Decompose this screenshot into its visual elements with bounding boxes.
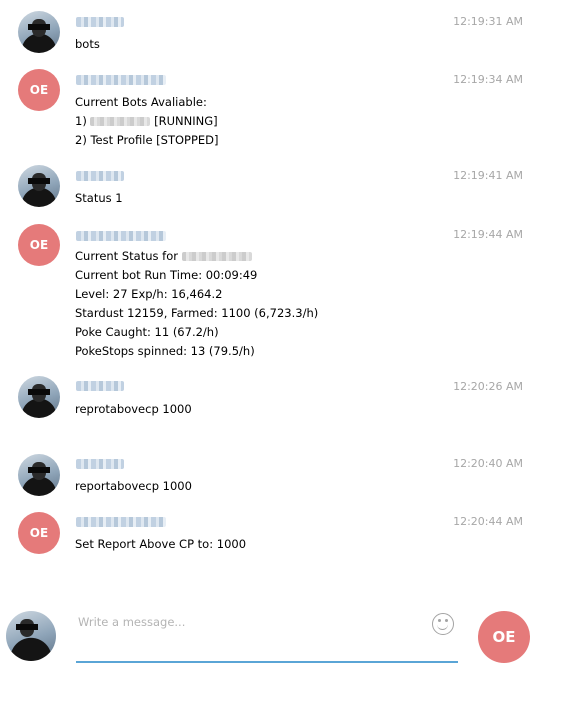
self-avatar[interactable] (6, 611, 56, 661)
message-time: 12:19:31 AM (453, 15, 523, 28)
bot-avatar[interactable]: OE (18, 512, 60, 554)
sender-name-redacted[interactable] (76, 75, 166, 85)
user-avatar[interactable] (18, 11, 60, 53)
message-text: reprotabovecp 1000 (75, 402, 192, 416)
user-avatar[interactable] (18, 376, 60, 418)
send-button[interactable]: OE (478, 611, 530, 663)
sender-name-redacted[interactable] (76, 459, 124, 469)
user-avatar[interactable] (18, 165, 60, 207)
message-time: 12:19:44 AM (453, 228, 523, 241)
message-text: bots (75, 37, 100, 51)
message-time: 12:19:41 AM (453, 169, 523, 182)
user-avatar[interactable] (18, 454, 60, 496)
sender-name-redacted[interactable] (76, 231, 166, 241)
message-input[interactable] (76, 607, 458, 663)
sender-name-redacted[interactable] (76, 171, 124, 181)
redacted-bot-name (181, 252, 252, 261)
bot-avatar[interactable]: OE (18, 69, 60, 111)
sender-name-redacted[interactable] (76, 517, 166, 527)
message-time: 12:19:34 AM (453, 73, 523, 86)
message-text: Current Bots Avaliable: 1) [RUNNING] 2) … (75, 95, 219, 147)
redacted-bot-name (90, 117, 151, 126)
smiley-icon[interactable] (432, 613, 454, 635)
message-time: 12:20:26 AM (453, 380, 523, 393)
bot-avatar[interactable]: OE (18, 224, 60, 266)
message-time: 12:20:40 AM (453, 457, 523, 470)
message-text: Set Report Above CP to: 1000 (75, 537, 247, 551)
sender-name-redacted[interactable] (76, 17, 124, 27)
message-text: Current Status for Current bot Run Time:… (75, 249, 319, 358)
message-text: reportabovecp 1000 (75, 479, 192, 493)
message-time: 12:20:44 AM (453, 515, 523, 528)
sender-name-redacted[interactable] (76, 381, 124, 391)
message-text: Status 1 (75, 191, 123, 205)
